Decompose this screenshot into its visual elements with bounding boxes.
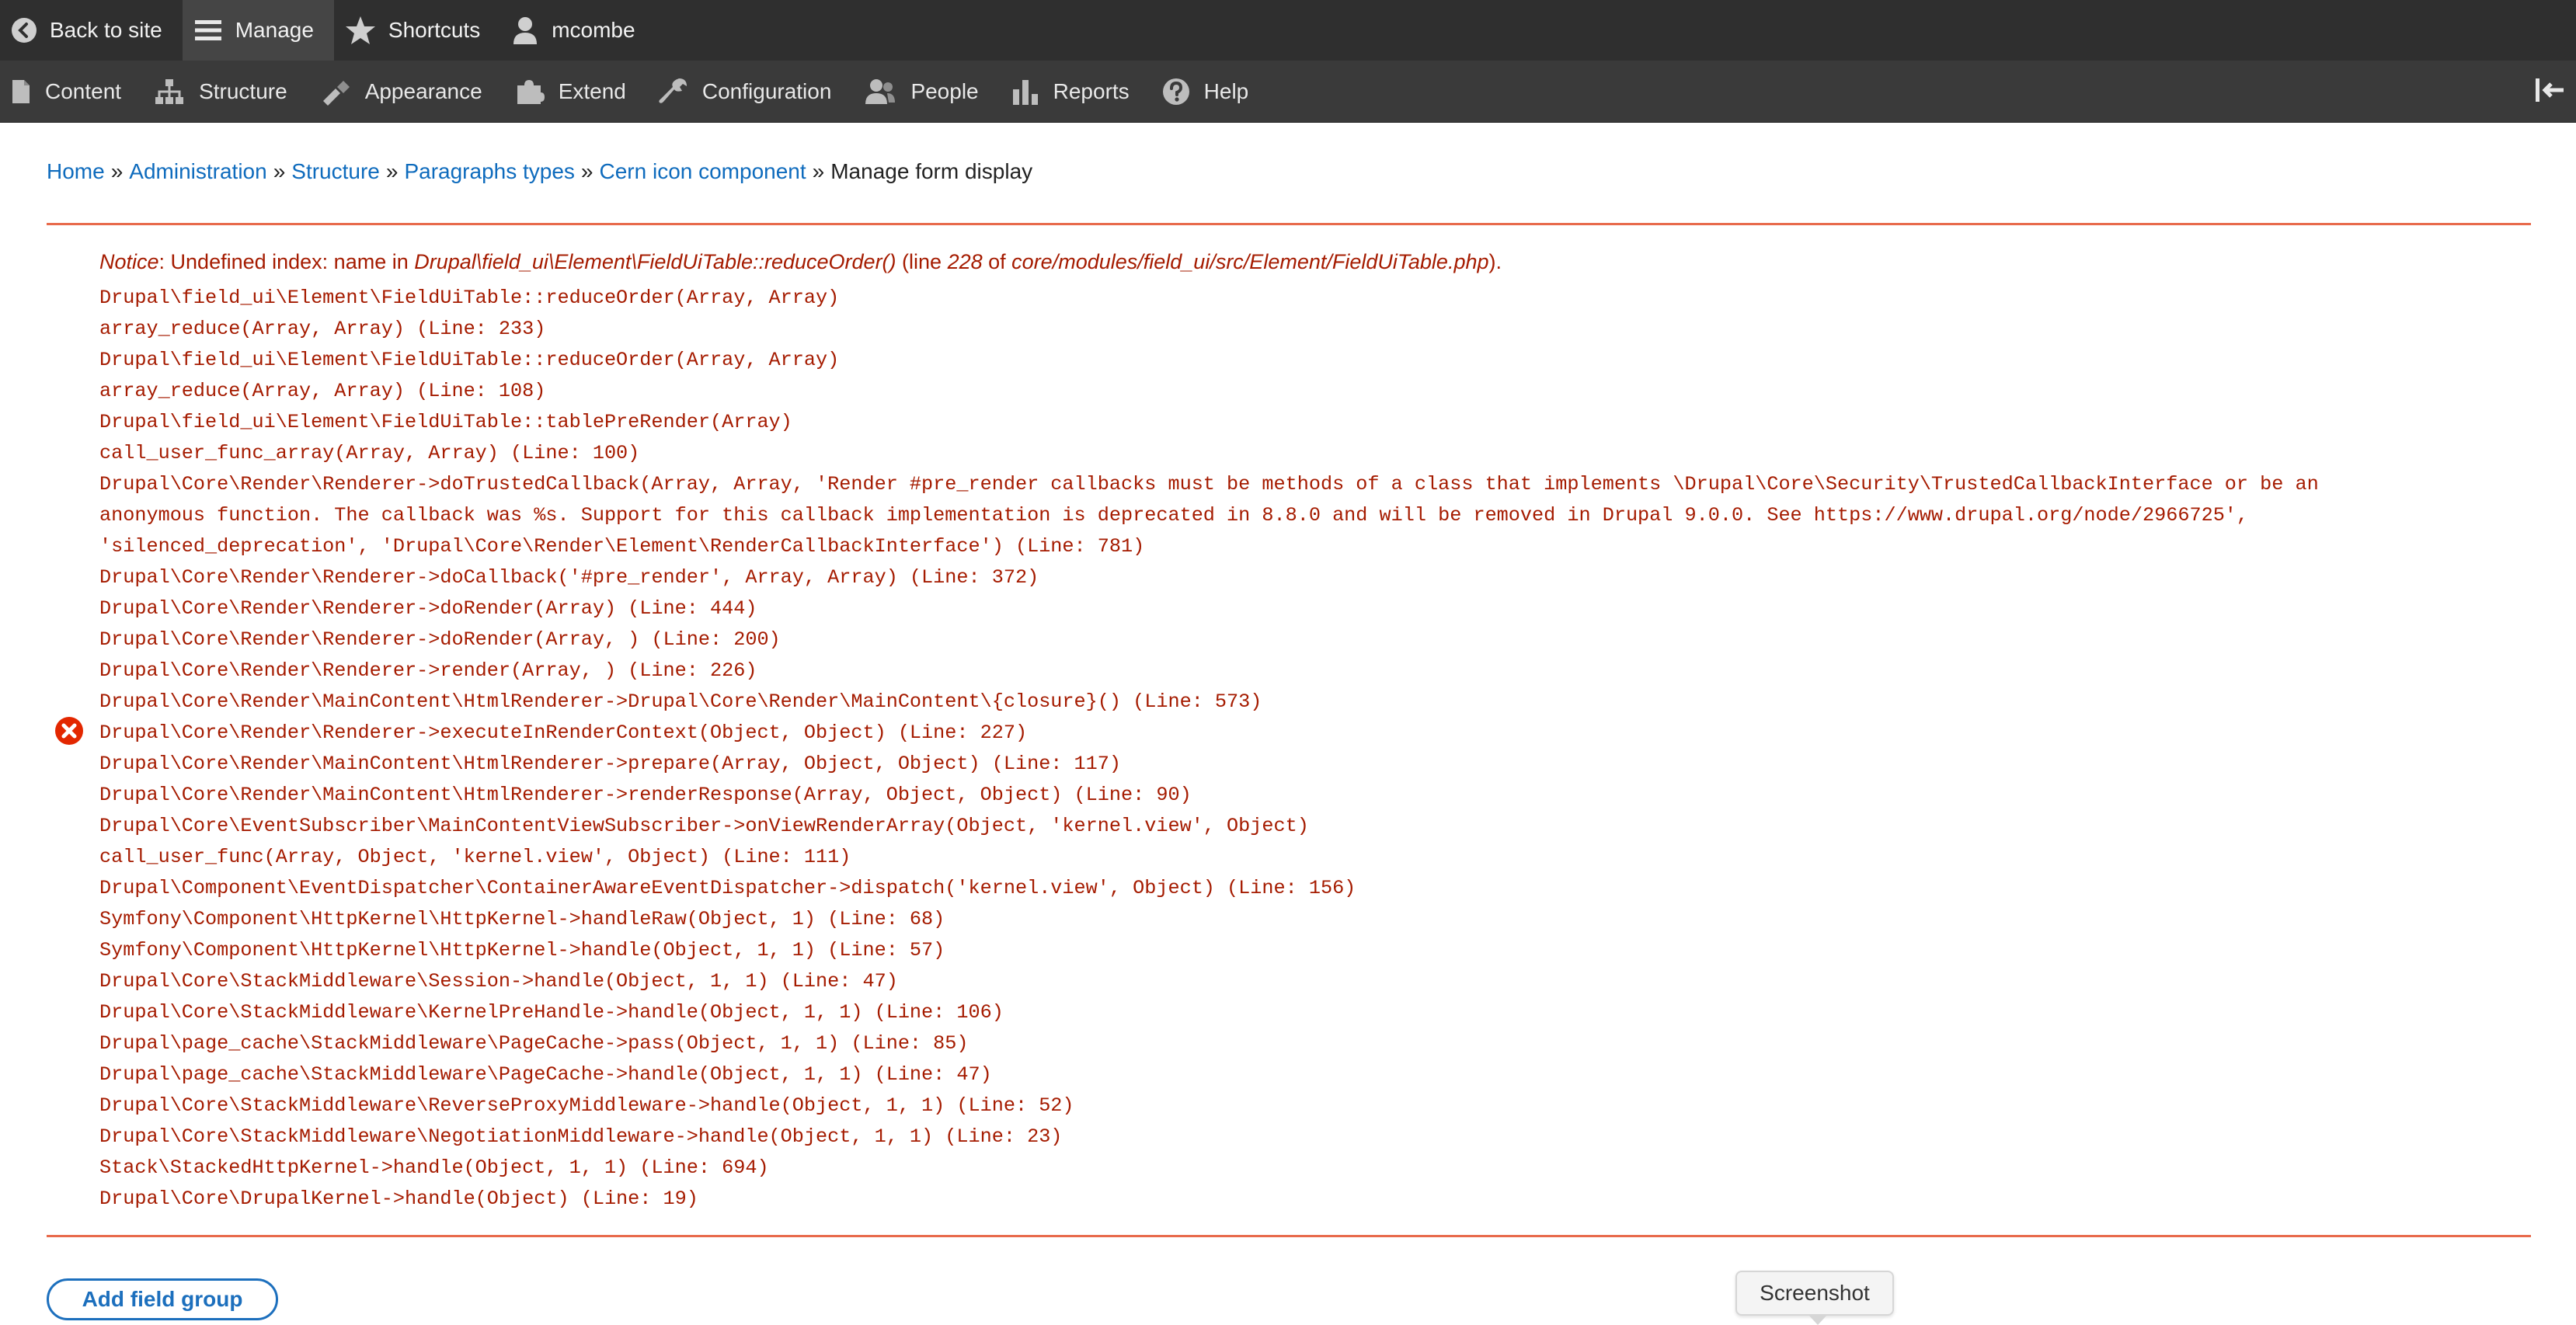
stack-trace-line: Drupal\Core\StackMiddleware\ReverseProxy… <box>99 1094 1074 1117</box>
stack-trace-line: Drupal\Core\StackMiddleware\KernelPreHan… <box>99 1001 1004 1024</box>
stack-trace-line: Drupal\Core\Render\MainContent\HtmlRende… <box>99 690 1262 713</box>
user-icon <box>513 17 538 44</box>
back-arrow-circle-icon <box>12 18 37 43</box>
stack-trace-line: Drupal\field_ui\Element\FieldUiTable::re… <box>99 287 840 309</box>
hamburger-menu-icon <box>194 20 221 40</box>
error-x-circle-icon <box>55 717 83 745</box>
menu-item-content[interactable]: Content <box>0 61 143 123</box>
add-field-group-button[interactable]: Add field group <box>47 1278 278 1320</box>
manage-tab[interactable]: Manage <box>182 0 334 61</box>
notice-line: 228 <box>947 250 983 273</box>
notice-text: : Undefined index: name in <box>158 250 415 273</box>
shortcuts-label: Shortcuts <box>388 18 481 42</box>
question-circle-icon <box>1162 78 1189 105</box>
notice-text: ). <box>1488 250 1502 273</box>
breadcrumb-administration[interactable]: Administration <box>129 159 266 183</box>
stack-trace-line: anonymous function. The callback was %s.… <box>99 504 2249 527</box>
user-tab[interactable]: mcombe <box>500 0 655 61</box>
stack-trace-line: Drupal\Component\EventDispatcher\Contain… <box>99 877 1356 899</box>
stack-trace-line: Drupal\Core\Render\Renderer->render(Arra… <box>99 659 757 682</box>
menu-item-people-label: People <box>910 78 979 103</box>
stack-trace-line: Drupal\Core\DrupalKernel->handle(Object)… <box>99 1188 698 1210</box>
breadcrumb-separator: » <box>812 159 825 183</box>
screenshot-tooltip: Screenshot <box>1735 1271 1894 1325</box>
menu-item-content-label: Content <box>45 78 122 103</box>
menu-item-appearance-label: Appearance <box>364 78 482 103</box>
breadcrumb-separator: » <box>385 159 399 183</box>
menu-item-configuration-label: Configuration <box>701 78 832 103</box>
menu-item-extend[interactable]: Extend <box>504 61 648 123</box>
people-icon <box>865 78 896 104</box>
star-icon <box>345 16 375 44</box>
stack-trace-line: Drupal\Core\Render\Renderer->doRender(Ar… <box>99 628 781 651</box>
bar-chart-icon <box>1012 79 1038 105</box>
breadcrumb-current: Manage form display <box>830 159 1033 183</box>
menu-item-structure-label: Structure <box>199 78 287 103</box>
puzzle-icon <box>517 79 545 104</box>
stack-trace-line: Stack\StackedHttpKernel->handle(Object, … <box>99 1156 769 1179</box>
notice-file: core/modules/field_ui/src/Element/FieldU… <box>1011 250 1489 273</box>
menu-item-help[interactable]: Help <box>1151 61 1271 123</box>
stack-trace-line: array_reduce(Array, Array) (Line: 108) <box>99 380 546 402</box>
menu-item-extend-label: Extend <box>558 78 626 103</box>
collapse-toolbar-button[interactable] <box>2534 76 2565 108</box>
stack-trace-line: Drupal\Core\Render\Renderer->doCallback(… <box>99 566 1039 589</box>
breadcrumb-separator: » <box>580 159 594 183</box>
paintbrush-icon <box>322 80 350 106</box>
stack-trace-line: array_reduce(Array, Array) (Line: 233) <box>99 318 546 340</box>
stack-trace-line: call_user_func(Array, Object, 'kernel.vi… <box>99 846 851 868</box>
stack-trace-line: call_user_func_array(Array, Array) (Line… <box>99 442 640 464</box>
stack-trace-line: Drupal\Core\Render\Renderer->doTrustedCa… <box>99 473 2319 496</box>
wrench-icon <box>659 78 687 103</box>
notice-text: of <box>982 250 1012 273</box>
breadcrumb-cern-icon-component[interactable]: Cern icon component <box>600 159 806 183</box>
manage-label: Manage <box>235 18 314 42</box>
menu-item-appearance[interactable]: Appearance <box>309 61 504 123</box>
back-to-site-link[interactable]: Back to site <box>0 0 183 61</box>
stack-trace-line: 'silenced_deprecation', 'Drupal\Core\Ren… <box>99 535 1145 558</box>
stack-trace-line: Drupal\page_cache\StackMiddleware\PageCa… <box>99 1032 969 1055</box>
stack-trace-line: Drupal\Core\Render\MainContent\HtmlRende… <box>99 784 1192 806</box>
breadcrumb-separator: » <box>110 159 124 183</box>
menu-item-people[interactable]: People <box>853 61 1000 123</box>
menu-item-reports-label: Reports <box>1053 78 1130 103</box>
back-to-site-label: Back to site <box>50 18 162 42</box>
breadcrumb-separator: » <box>273 159 286 183</box>
notice-text: (line <box>896 250 948 273</box>
breadcrumb-home[interactable]: Home <box>47 159 105 183</box>
stack-trace-line: Drupal\field_ui\Element\FieldUiTable::re… <box>99 349 840 371</box>
breadcrumb-paragraphs-types[interactable]: Paragraphs types <box>404 159 574 183</box>
collapse-toolbar-icon <box>2536 78 2564 102</box>
notice-function: Drupal\field_ui\Element\FieldUiTable::re… <box>414 250 896 273</box>
error-notice: Notice: Undefined index: name in Drupal\… <box>99 250 1502 274</box>
menu-item-configuration[interactable]: Configuration <box>648 61 854 123</box>
stack-trace-line: Drupal\field_ui\Element\FieldUiTable::ta… <box>99 411 792 433</box>
breadcrumb-structure[interactable]: Structure <box>291 159 380 183</box>
menu-item-structure[interactable]: Structure <box>143 61 309 123</box>
error-top-border <box>47 223 2531 225</box>
stack-trace-line: Symfony\Component\HttpKernel\HttpKernel-… <box>99 939 945 962</box>
stack-trace-line: Drupal\page_cache\StackMiddleware\PageCa… <box>99 1063 992 1086</box>
stack-trace-line: Drupal\Core\StackMiddleware\Session->han… <box>99 970 898 993</box>
stack-trace-line: Drupal\Core\Render\MainContent\HtmlRende… <box>99 753 1122 775</box>
user-label: mcombe <box>552 18 635 42</box>
admin-menu: Content Structure Appearance Extend Conf… <box>0 61 2576 123</box>
stack-trace-line: Drupal\Core\Render\Renderer->doRender(Ar… <box>99 597 757 620</box>
document-icon <box>12 79 30 103</box>
menu-item-reports[interactable]: Reports <box>1001 61 1151 123</box>
stack-trace: Drupal\field_ui\Element\FieldUiTable::re… <box>99 283 2319 1215</box>
error-bottom-border <box>47 1235 2531 1237</box>
breadcrumb: Home» Administration» Structure» Paragraphs… <box>47 159 1032 184</box>
sitemap-icon <box>155 78 184 104</box>
menu-item-help-label: Help <box>1203 78 1249 103</box>
stack-trace-line: Drupal\Core\EventSubscriber\MainContentV… <box>99 815 1309 837</box>
notice-label: Notice <box>99 250 159 273</box>
top-toolbar: Back to site Manage Shortcuts mcombe <box>0 0 2576 61</box>
shortcuts-tab[interactable]: Shortcuts <box>334 0 500 61</box>
stack-trace-line: Drupal\Core\Render\Renderer->executeInRe… <box>99 722 1028 744</box>
stack-trace-line: Drupal\Core\StackMiddleware\NegotiationM… <box>99 1125 1063 1148</box>
stack-trace-line: Symfony\Component\HttpKernel\HttpKernel-… <box>99 908 945 930</box>
